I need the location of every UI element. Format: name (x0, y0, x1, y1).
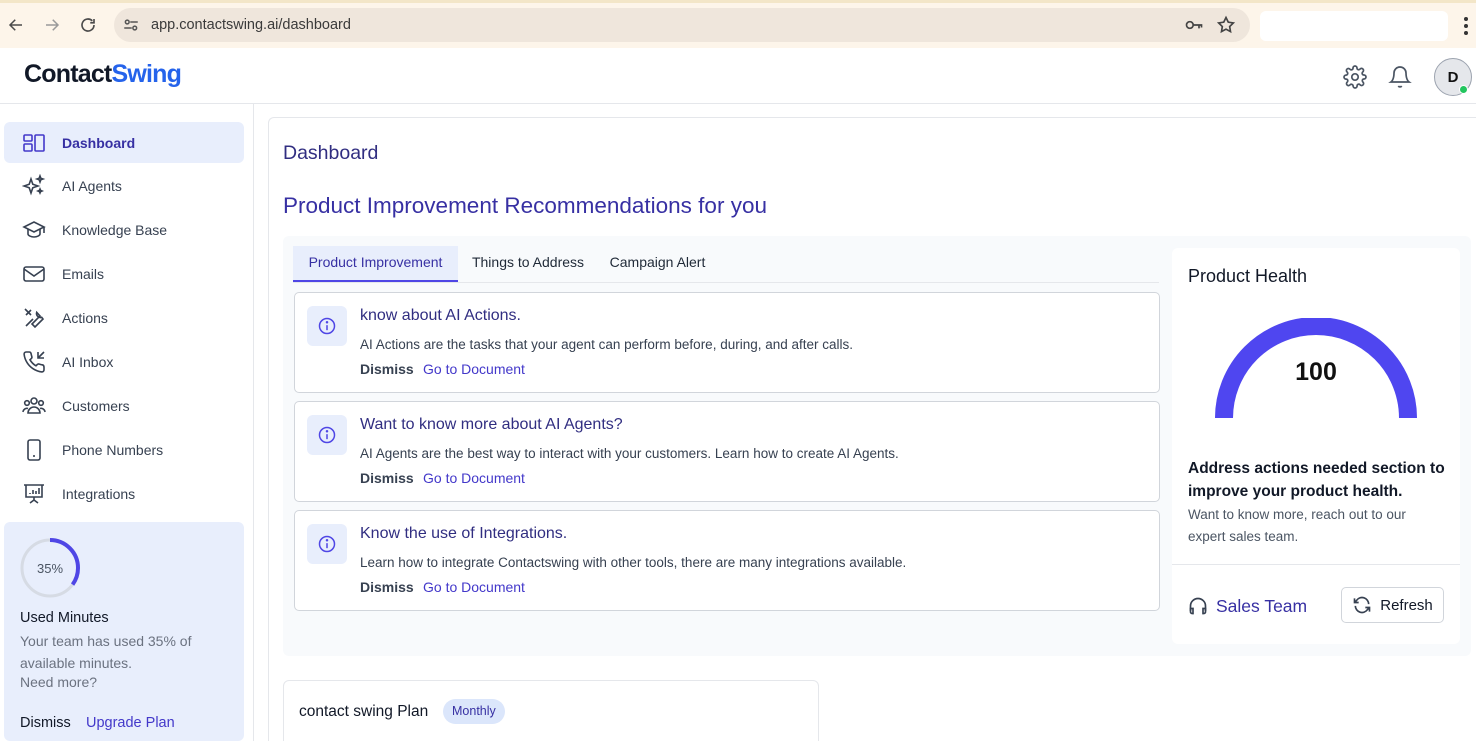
dismiss-link[interactable]: Dismiss (360, 579, 414, 595)
refresh-label: Refresh (1380, 596, 1433, 614)
key-icon[interactable] (1184, 16, 1204, 34)
mobile-phone-icon (27, 438, 41, 461)
dashboard-icon (23, 133, 45, 152)
product-health-title: Product Health (1188, 266, 1308, 286)
online-status-dot (1459, 85, 1468, 94)
usage-need-more: Need more? (20, 674, 98, 690)
sidebar-item-integrations[interactable]: Integrations (4, 473, 244, 514)
tab-things-to-address[interactable]: Things to Address (469, 246, 587, 282)
browser-toolbar: app.contactswing.ai/dashboard (0, 0, 1476, 48)
recommendation-title: Know the use of Integrations. (360, 525, 568, 542)
sidebar-item-dashboard[interactable]: Dashboard (4, 122, 244, 163)
usage-title: Used Minutes (20, 610, 109, 626)
mail-icon (23, 265, 45, 282)
sidebar-item-label: Emails (62, 265, 105, 282)
page-title: Dashboard (283, 142, 379, 164)
plan-title: contact swing Plan (299, 703, 429, 720)
phone-incoming-icon (23, 350, 45, 373)
dismiss-link[interactable]: Dismiss (360, 470, 414, 486)
sidebar-item-actions[interactable]: Actions (4, 297, 244, 338)
browser-menu-icon[interactable] (1463, 16, 1469, 36)
tab-campaign-alert[interactable]: Campaign Alert (607, 246, 708, 282)
sidebar-item-label: Customers (62, 397, 130, 414)
recommendation-card: Want to know more about AI Agents? AI Ag… (294, 401, 1160, 502)
go-to-document-link[interactable]: Go to Document (423, 470, 525, 486)
usage-percent: 35% (36, 560, 64, 576)
sidebar-item-label: Knowledge Base (62, 221, 168, 238)
bookmark-star-icon[interactable] (1216, 15, 1236, 35)
sidebar-item-customers[interactable]: Customers (4, 385, 244, 426)
site-settings-icon[interactable] (122, 16, 140, 34)
recommendation-card: know about AI Actions. AI Actions are th… (294, 292, 1160, 393)
sidebar-item-label: AI Inbox (62, 353, 114, 370)
plan-card: contact swing Plan Monthly (283, 680, 819, 741)
sales-team-label: Sales Team (1216, 595, 1308, 616)
recommendation-title: Want to know more about AI Agents? (360, 416, 623, 433)
go-to-document-link[interactable]: Go to Document (423, 361, 525, 377)
product-health-description: Want to know more, reach out to our expe… (1188, 507, 1406, 544)
recommendation-description: Learn how to integrate Contactswing with… (360, 555, 907, 570)
app-header: ContactSwing D (0, 48, 1476, 104)
logo-text-swing: Swing (111, 60, 182, 88)
recommendation-card: Know the use of Integrations. Learn how … (294, 510, 1160, 611)
sidebar-item-phone-numbers[interactable]: Phone Numbers (4, 429, 244, 470)
info-icon (307, 306, 347, 346)
recommendation-title: know about AI Actions. (360, 307, 521, 324)
contactswing-logo[interactable]: ContactSwing (24, 60, 182, 89)
info-icon (307, 524, 347, 564)
recommendations-panel: Product Improvement Things to Address Ca… (283, 236, 1471, 656)
sidebar-item-emails[interactable]: Emails (4, 253, 244, 294)
tab-product-improvement[interactable]: Product Improvement (293, 246, 458, 282)
sidebar-item-ai-inbox[interactable]: AI Inbox (4, 341, 244, 382)
sidebar-item-ai-agents[interactable]: AI Agents (4, 165, 244, 206)
graduation-cap-icon (22, 220, 46, 238)
sidebar-item-label: AI Agents (62, 177, 122, 194)
sidebar: Dashboard AI Agents Knowledge Base Email… (0, 104, 254, 741)
notification-bell-icon[interactable] (1388, 65, 1412, 89)
sparkles-icon (22, 173, 46, 195)
presentation-chart-icon (24, 483, 44, 504)
usage-description: Your team has used 35% of available minu… (20, 633, 192, 671)
upgrade-plan-link[interactable]: Upgrade Plan (86, 715, 175, 731)
browser-profile-area[interactable] (1260, 11, 1448, 41)
info-icon (307, 415, 347, 455)
go-to-document-link[interactable]: Go to Document (423, 579, 525, 595)
sidebar-item-label: Integrations (62, 485, 136, 502)
usage-dismiss-link[interactable]: Dismiss (20, 715, 71, 731)
refresh-button[interactable]: Refresh (1341, 587, 1444, 623)
product-health-card: Product Health 100 Address actions neede… (1172, 248, 1460, 644)
divider (1172, 564, 1460, 565)
sidebar-item-knowledge-base[interactable]: Knowledge Base (4, 209, 244, 250)
logo-text-contact: Contact (24, 60, 112, 88)
forward-arrow-icon[interactable] (40, 13, 64, 37)
refresh-icon (1353, 596, 1371, 614)
back-arrow-icon[interactable] (4, 13, 28, 37)
recommendation-tabs: Product Improvement Things to Address Ca… (293, 246, 1159, 283)
recommendation-description: AI Actions are the tasks that your agent… (360, 337, 854, 352)
usage-card: 35% Used Minutes Your team has used 35% … (4, 522, 244, 741)
tools-icon (24, 307, 45, 328)
settings-gear-icon[interactable] (1343, 65, 1367, 89)
product-health-heading: Address actions needed section to improv… (1188, 460, 1445, 500)
billing-period-badge: Monthly (443, 699, 505, 724)
section-title: Product Improvement Recommendations for … (283, 193, 767, 218)
url-text[interactable]: app.contactswing.ai/dashboard (151, 17, 351, 33)
avatar-initial: D (1447, 68, 1459, 86)
sidebar-item-label: Actions (62, 309, 108, 326)
sales-team-link[interactable]: Sales Team (1188, 596, 1307, 616)
dismiss-link[interactable]: Dismiss (360, 361, 414, 377)
address-bar[interactable]: app.contactswing.ai/dashboard (114, 8, 1250, 42)
main-content: Dashboard Product Improvement Recommenda… (268, 117, 1476, 741)
sidebar-item-label: Phone Numbers (62, 441, 164, 458)
reload-icon[interactable] (76, 13, 100, 37)
users-icon (22, 396, 46, 414)
product-health-score: 100 (1295, 358, 1337, 386)
headset-icon (1189, 597, 1207, 615)
sidebar-item-label: Dashboard (62, 134, 136, 151)
recommendation-description: AI Agents are the best way to interact w… (360, 446, 899, 461)
